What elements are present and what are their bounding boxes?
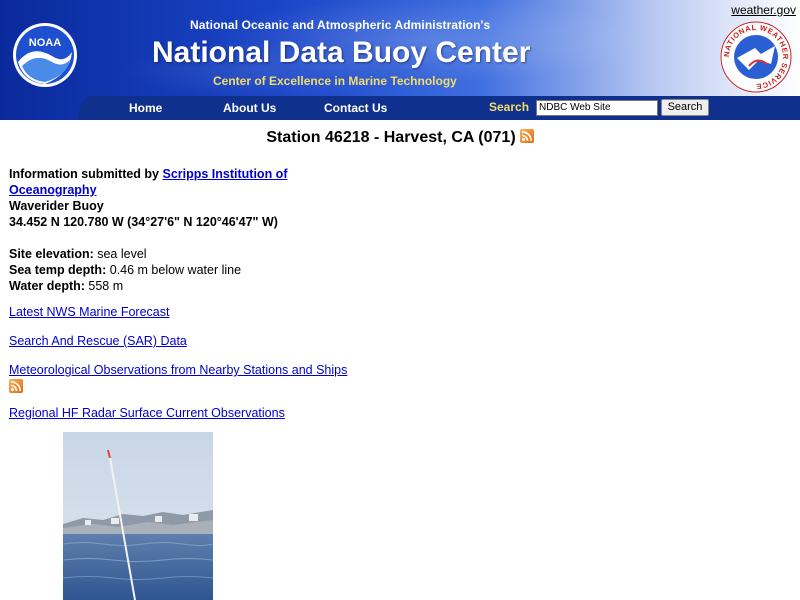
station-photo[interactable] — [63, 432, 213, 600]
info-prefix: Information submitted by — [9, 167, 159, 181]
station-info: Information submitted by Scripps Institu… — [9, 166, 339, 294]
site-elevation-label: Site elevation: — [9, 247, 94, 261]
station-title-text: Station 46218 - Harvest, CA (071) — [266, 129, 516, 146]
met-obs-block: Meteorological Observations from Nearby … — [9, 362, 347, 397]
nav-about-us[interactable]: About Us — [223, 101, 276, 115]
buoy-type: Waverider Buoy — [9, 199, 104, 213]
header-title: National Data Buoy Center — [152, 36, 531, 69]
water-depth-value: 558 m — [88, 279, 124, 293]
weather-gov-link[interactable]: weather.gov — [731, 3, 796, 17]
sar-data-link[interactable]: Search And Rescue (SAR) Data — [9, 334, 187, 348]
site-elevation-value: sea level — [97, 247, 147, 261]
search-input[interactable] — [536, 100, 658, 116]
sea-temp-depth-label: Sea temp depth: — [9, 263, 107, 277]
search-button[interactable]: Search — [661, 99, 709, 116]
sar-block: Search And Rescue (SAR) Data — [9, 333, 187, 349]
station-coordinates: 34.452 N 120.780 W (34°27'6" N 120°46'47… — [9, 215, 278, 229]
marine-forecast-link[interactable]: Latest NWS Marine Forecast — [9, 305, 169, 319]
page-title: Station 46218 - Harvest, CA (071) — [0, 129, 800, 148]
noaa-logo[interactable]: NOAA — [12, 22, 78, 88]
nws-logo[interactable]: NATIONAL WEATHER SERVICE — [719, 20, 793, 94]
marine-forecast-block: Latest NWS Marine Forecast — [9, 304, 169, 320]
rss-link[interactable] — [519, 129, 534, 148]
header-subtitle: Center of Excellence in Marine Technolog… — [213, 74, 457, 88]
nav-home[interactable]: Home — [129, 101, 162, 115]
rss-icon[interactable] — [9, 379, 23, 393]
water-depth-label: Water depth: — [9, 279, 85, 293]
site-header: NOAA National Oceanic and Atmospheric Ad… — [0, 0, 800, 120]
hf-radar-block: Regional HF Radar Surface Current Observ… — [9, 405, 285, 421]
nav-bar: Home About Us Contact Us Search Search — [0, 96, 800, 120]
sea-temp-depth-value: 0.46 m below water line — [109, 263, 242, 277]
rss-icon[interactable] — [519, 129, 534, 143]
hf-radar-link[interactable]: Regional HF Radar Surface Current Observ… — [9, 406, 285, 420]
search-label: Search — [489, 100, 530, 114]
noaa-logo-text: NOAA — [29, 37, 61, 49]
nav-contact-us[interactable]: Contact Us — [324, 101, 387, 115]
met-obs-link[interactable]: Meteorological Observations from Nearby … — [9, 363, 347, 377]
header-agency-line: National Oceanic and Atmospheric Adminis… — [190, 18, 491, 32]
